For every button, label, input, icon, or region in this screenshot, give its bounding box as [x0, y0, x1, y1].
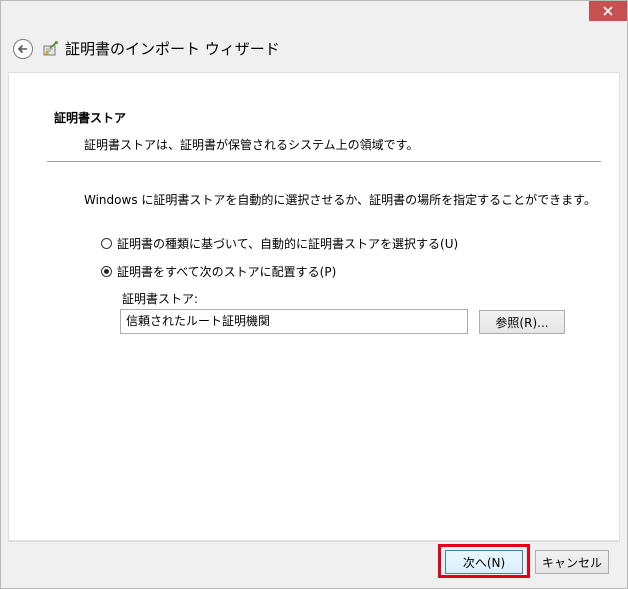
section-description: 証明書ストアは、証明書が保管されるシステム上の領域です。 — [84, 138, 419, 152]
close-button[interactable] — [589, 1, 627, 21]
close-icon — [603, 6, 613, 16]
section-divider — [47, 161, 601, 162]
radio-button-checked[interactable] — [101, 265, 112, 277]
radio-auto-select[interactable]: 証明書の種類に基づいて、自動的に証明書ストアを選択する(U) — [101, 234, 458, 252]
store-label: 証明書ストア: — [122, 292, 199, 306]
certificate-wizard-icon — [43, 41, 58, 56]
cancel-button[interactable]: キャンセル — [535, 550, 609, 574]
back-button[interactable] — [13, 39, 33, 59]
radio-manual-place[interactable]: 証明書をすべて次のストアに配置する(P) — [101, 262, 336, 280]
instruction-text: Windows に証明書ストアを自動的に選択させるか、証明書の場所を指定すること… — [84, 193, 596, 207]
radio-auto-label: 証明書の種類に基づいて、自動的に証明書ストアを選択する(U) — [117, 236, 459, 251]
footer-separator — [8, 541, 620, 542]
radio-button-unchecked[interactable] — [101, 237, 112, 249]
next-button-highlight — [438, 544, 530, 578]
browse-button[interactable]: 参照(R)... — [479, 310, 565, 334]
wizard-title: 証明書のインポート ウィザード — [65, 40, 280, 58]
back-arrow-icon — [17, 44, 27, 54]
section-title: 証明書ストア — [54, 111, 127, 125]
radio-manual-label: 証明書をすべて次のストアに配置する(P) — [117, 264, 337, 279]
store-field[interactable]: 信頼されたルート証明機関 — [120, 309, 468, 334]
wizard-window: 証明書のインポート ウィザード 証明書ストア 証明書ストアは、証明書が保管される… — [0, 0, 628, 589]
